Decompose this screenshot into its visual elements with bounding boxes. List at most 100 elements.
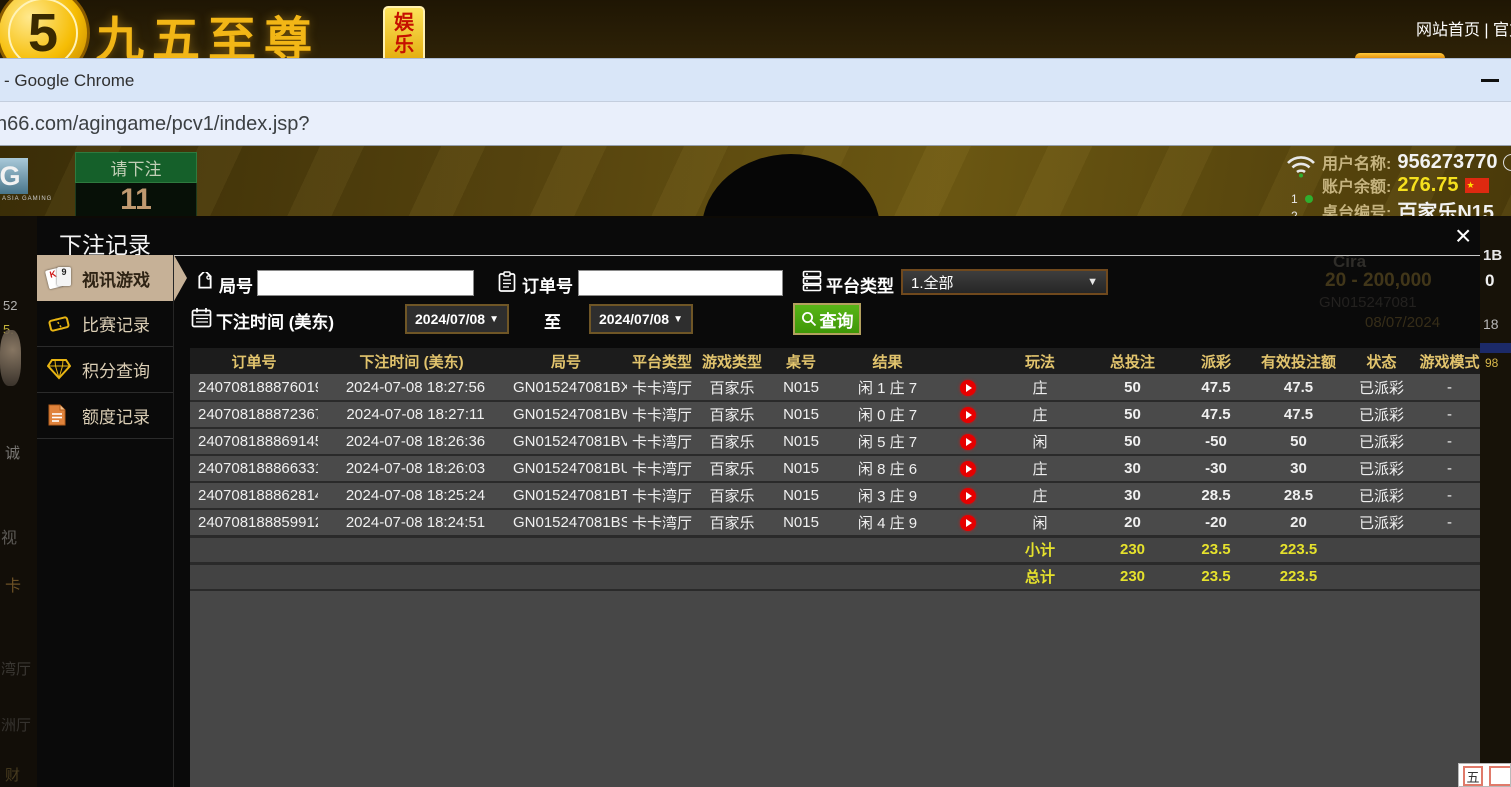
balance-value: 276.75 [1397, 174, 1458, 197]
cell-order: 240708188872367 [190, 401, 318, 428]
cell-replay [940, 455, 995, 482]
bet-time-label: 下注时间 (美东) [216, 308, 334, 333]
platform-type-label: 平台类型 [826, 272, 894, 297]
cell-valid-bet: 50 [1252, 428, 1345, 455]
bg-fragment: 52 [3, 298, 17, 313]
countdown-value: 11 [75, 183, 197, 216]
replay-play-icon[interactable] [960, 380, 976, 396]
col-header-bet-side: 玩法 [995, 348, 1085, 374]
cell-replay [940, 374, 995, 401]
cell-total-bet: 50 [1085, 401, 1180, 428]
cell-status: 已派彩 [1345, 374, 1418, 401]
balance-row: 账户余额: 276.75 ★ [1322, 173, 1489, 197]
date-from-select[interactable]: 2024/07/08 ▼ [405, 304, 509, 334]
sidebar-item-label: 额度记录 [82, 403, 150, 428]
cell-time: 2024-07-08 18:27:56 [318, 374, 505, 401]
background-left-strip: 52 5. 诚 视 卡 湾厅 洲厅 财 [0, 216, 37, 787]
cell-result: 闲 4 庄 9 [835, 509, 940, 536]
cell-payout: -50 [1180, 428, 1252, 455]
date-to-label: 至 [544, 308, 561, 333]
cell-platform: 卡卡湾厅 [627, 455, 697, 482]
sidebar-item-label: 比赛记录 [82, 311, 150, 336]
coin-logo-icon: 5 [0, 0, 90, 58]
screen: 5 九五至尊 娱乐 网站首页 | 官方 - Google Chrome n66.… [0, 0, 1511, 787]
game-header: G ASIA GAMING 请下注 11 1 2 用户名称: 956273770… [0, 146, 1511, 216]
search-button[interactable]: 查询 [793, 303, 861, 335]
cell-platform: 卡卡湾厅 [627, 401, 697, 428]
cell-bet-side: 庄 [995, 482, 1085, 509]
cell-time: 2024-07-08 18:24:51 [318, 509, 505, 536]
chevron-down-icon: ▼ [1087, 276, 1098, 288]
replay-play-icon[interactable] [960, 488, 976, 504]
cell-total-bet: 50 [1085, 374, 1180, 401]
bg-fragment: 0 [1485, 271, 1494, 291]
wifi-icon [1286, 154, 1316, 183]
cell-status: 已派彩 [1345, 428, 1418, 455]
search-icon [801, 311, 817, 327]
platform-type-select[interactable]: 1.全部 ▼ [901, 269, 1108, 295]
cell-game-mode: - [1418, 509, 1480, 536]
col-header-round: 局号 [505, 348, 627, 374]
road-number-1: 1 [1291, 192, 1298, 206]
cell-platform: 卡卡湾厅 [627, 482, 697, 509]
sidebar-item-credit-records[interactable]: 额度记录 [37, 393, 173, 439]
replay-play-icon[interactable] [960, 461, 976, 477]
cell-round: GN015247081BS [505, 509, 627, 536]
address-bar[interactable]: n66.com/agingame/pcv1/index.jsp? [0, 102, 310, 146]
background-right-strip: 1B 0 18 98 [1480, 216, 1511, 787]
cell-payout: 47.5 [1180, 374, 1252, 401]
info-icon[interactable]: i [1503, 154, 1511, 171]
bg-fragment: 湾厅 [1, 658, 31, 679]
replay-play-icon[interactable] [960, 515, 976, 531]
table-header-row: 订单号 下注时间 (美东) 局号 平台类型 游戏类型 桌号 结果 玩法 总投注 … [190, 348, 1480, 374]
replay-play-icon[interactable] [960, 407, 976, 423]
cell-table-no: N015 [767, 482, 835, 509]
ime-indicator[interactable]: 五 [1458, 763, 1511, 787]
cell-round: GN015247081BW [505, 401, 627, 428]
sidebar-item-points-query[interactable]: 积分查询 [37, 347, 173, 393]
bet-prompt: 请下注 [75, 152, 197, 183]
cell-replay [940, 428, 995, 455]
col-header-time: 下注时间 (美东) [318, 348, 505, 374]
bg-fragment: 98 [1485, 356, 1498, 370]
subtotal-row: 小计23023.5223.5 [190, 536, 1480, 563]
cell-game-mode: - [1418, 428, 1480, 455]
close-icon[interactable]: × [1455, 220, 1471, 252]
document-icon [47, 404, 73, 428]
cell-round: GN015247081BV [505, 428, 627, 455]
chrome-urlbar: n66.com/agingame/pcv1/index.jsp? [0, 101, 1511, 147]
cell-payout: 28.5 [1180, 482, 1252, 509]
bet-countdown-box: 请下注 11 [75, 152, 197, 216]
order-number-input[interactable] [578, 270, 783, 296]
bg-fragment: 1B [1483, 247, 1502, 264]
cards-icon: K 9 [47, 266, 73, 290]
window-title: - Google Chrome [4, 59, 134, 102]
cell-game-type: 百家乐 [697, 401, 767, 428]
road-dot-icon [1305, 195, 1313, 203]
cell-game-type: 百家乐 [697, 482, 767, 509]
cell-table-no: N015 [767, 509, 835, 536]
cell-game-mode: - [1418, 401, 1480, 428]
date-to-select[interactable]: 2024/07/08 ▼ [589, 304, 693, 334]
cell-game-mode: - [1418, 482, 1480, 509]
sidebar-item-match-records[interactable]: 比赛记录 [37, 301, 173, 347]
round-number-input[interactable] [257, 270, 474, 296]
cell-time: 2024-07-08 18:27:11 [318, 401, 505, 428]
cell-game-type: 百家乐 [697, 374, 767, 401]
cell-replay [940, 482, 995, 509]
cell-valid-bet: 28.5 [1252, 482, 1345, 509]
cell-bet-side: 庄 [995, 401, 1085, 428]
cell-table-no: N015 [767, 455, 835, 482]
site-logo-text: 九五至尊 [96, 0, 320, 58]
modal-sidebar: K 9 视讯游戏 比赛记录 [37, 255, 174, 787]
minimize-icon[interactable] [1481, 79, 1499, 82]
col-header-result: 结果 [835, 348, 940, 374]
betting-records-modal: 下注记录 × Cira 20 - 200,000 GN015247081 08/… [37, 218, 1480, 787]
ticket-icon [47, 312, 73, 336]
sidebar-item-video-games[interactable]: K 9 视讯游戏 [37, 255, 173, 301]
cell-valid-bet: 47.5 [1252, 401, 1345, 428]
badge-char-2: 乐 [394, 34, 414, 56]
replay-play-icon[interactable] [960, 434, 976, 450]
top-nav-links[interactable]: 网站首页 | 官方 [1416, 16, 1511, 40]
records-table-wrap: 订单号 下注时间 (美东) 局号 平台类型 游戏类型 桌号 结果 玩法 总投注 … [190, 348, 1480, 787]
